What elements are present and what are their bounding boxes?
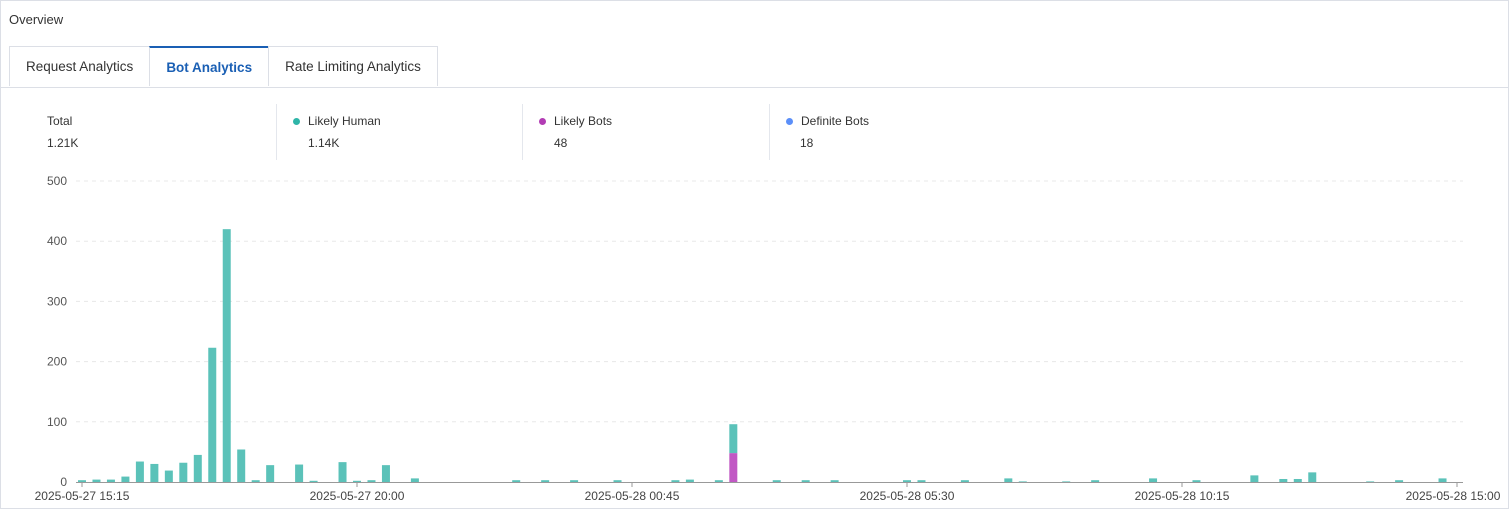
bar-likely-human xyxy=(309,480,318,482)
bar-likely-human xyxy=(381,465,390,482)
bar-likely-human xyxy=(830,480,839,482)
y-tick-label: 400 xyxy=(47,234,67,248)
bar-likely-human xyxy=(960,480,969,482)
overview-panel: Overview Request Analytics Bot Analytics… xyxy=(0,0,1509,509)
y-tick-label: 100 xyxy=(47,415,67,429)
stat-separator xyxy=(769,104,770,160)
tab-rate-limiting-analytics[interactable]: Rate Limiting Analytics xyxy=(268,46,438,86)
bar-likely-human xyxy=(135,461,144,482)
bar-likely-human xyxy=(671,480,680,482)
bar-likely-human xyxy=(237,449,246,482)
bar-likely-human xyxy=(338,462,347,482)
bar-likely-human xyxy=(164,470,173,482)
bar-likely-human xyxy=(1366,481,1375,482)
bar-likely-human xyxy=(772,480,781,482)
bar-likely-human xyxy=(367,480,376,482)
likely-human-dot-icon xyxy=(293,117,300,125)
bar-likely-human xyxy=(266,465,275,482)
bar-likely-human xyxy=(78,480,86,482)
y-tick-label: 300 xyxy=(47,294,67,308)
y-tick-label: 0 xyxy=(60,475,67,489)
stat-total: Total 1.21K xyxy=(47,104,78,160)
bar-likely-human xyxy=(1149,478,1158,482)
stat-likely-bots: Likely Bots 48 xyxy=(539,104,612,160)
stat-likely-bots-value: 48 xyxy=(554,136,568,150)
bar-likely-human xyxy=(1018,481,1027,482)
bar-likely-human xyxy=(1308,472,1317,482)
stat-definite-bots-label: Definite Bots xyxy=(801,114,870,128)
stat-definite-bots-value: 18 xyxy=(800,136,814,150)
x-tick-label: 2025-05-27 20:00 xyxy=(310,489,405,503)
stat-likely-bots-label: Likely Bots xyxy=(554,114,613,128)
bar-likely-human xyxy=(222,229,231,482)
bar-likely-human xyxy=(193,454,202,482)
bar-likely-bots xyxy=(729,453,738,482)
tab-divider xyxy=(1,87,1508,88)
bar-likely-human xyxy=(613,480,622,482)
tab-bar: Request Analytics Bot Analytics Rate Lim… xyxy=(9,46,438,87)
bar-likely-human xyxy=(1293,478,1302,482)
tab-bot-analytics[interactable]: Bot Analytics xyxy=(149,46,270,86)
definite-bots-dot-icon xyxy=(786,117,793,125)
bar-likely-human xyxy=(1192,480,1201,482)
y-tick-label: 500 xyxy=(47,174,67,188)
bar-likely-human xyxy=(121,476,130,482)
bar-likely-human xyxy=(106,479,115,482)
bar-likely-human xyxy=(570,480,579,482)
stat-likely-human-value: 1.14K xyxy=(308,136,340,150)
bar-likely-human xyxy=(1438,478,1447,482)
bar-likely-human xyxy=(801,480,810,482)
panel-title: Overview xyxy=(9,12,64,27)
stat-likely-human-label: Likely Human xyxy=(308,114,381,128)
stat-total-label: Total xyxy=(47,114,73,128)
tab-request-analytics[interactable]: Request Analytics xyxy=(9,46,151,86)
bar-likely-human xyxy=(92,479,101,482)
bar-likely-human xyxy=(1250,475,1259,482)
x-tick-label: 2025-05-27 15:15 xyxy=(35,489,130,503)
stat-total-value: 1.21K xyxy=(47,136,79,150)
bar-likely-human xyxy=(208,347,217,482)
y-tick-label: 200 xyxy=(47,355,67,369)
bar-likely-human xyxy=(512,480,521,482)
bar-likely-human xyxy=(295,464,304,482)
bar-likely-human xyxy=(1004,478,1013,482)
bot-analytics-chart: 0 100 200 300 400 500 2025-05-27 15:15 2025-05-… xyxy=(35,174,1501,503)
bar-likely-human xyxy=(410,478,419,482)
bar-likely-human xyxy=(251,480,260,482)
stats-row: Total 1.21K Likely Human 1.14K Likely Bo… xyxy=(1,104,1509,160)
bar-likely-human xyxy=(917,480,926,482)
bar-likely-human xyxy=(714,480,723,482)
stat-likely-human: Likely Human 1.14K xyxy=(293,104,381,160)
bar-likely-human xyxy=(1279,478,1288,482)
stat-definite-bots: Definite Bots 18 xyxy=(786,104,869,160)
bar-likely-human xyxy=(729,424,738,454)
x-tick-label: 2025-05-28 10:15 xyxy=(1135,489,1230,503)
bar-likely-human xyxy=(541,480,550,482)
bar-likely-human xyxy=(179,462,188,482)
likely-bots-dot-icon xyxy=(539,117,546,125)
x-tick-label: 2025-05-28 15:00 xyxy=(1406,489,1501,503)
bar-likely-human xyxy=(685,479,694,482)
stat-separator xyxy=(276,104,277,160)
bar-likely-human xyxy=(1395,480,1404,482)
x-tick-label: 2025-05-28 00:45 xyxy=(585,489,680,503)
bar-likely-human xyxy=(150,463,159,482)
bar-likely-human xyxy=(1091,480,1100,482)
x-tick-label: 2025-05-28 05:30 xyxy=(860,489,955,503)
bar-likely-human xyxy=(903,480,911,482)
stat-separator xyxy=(522,104,523,160)
bar-likely-human xyxy=(1062,481,1071,482)
bar-likely-human xyxy=(353,480,361,482)
